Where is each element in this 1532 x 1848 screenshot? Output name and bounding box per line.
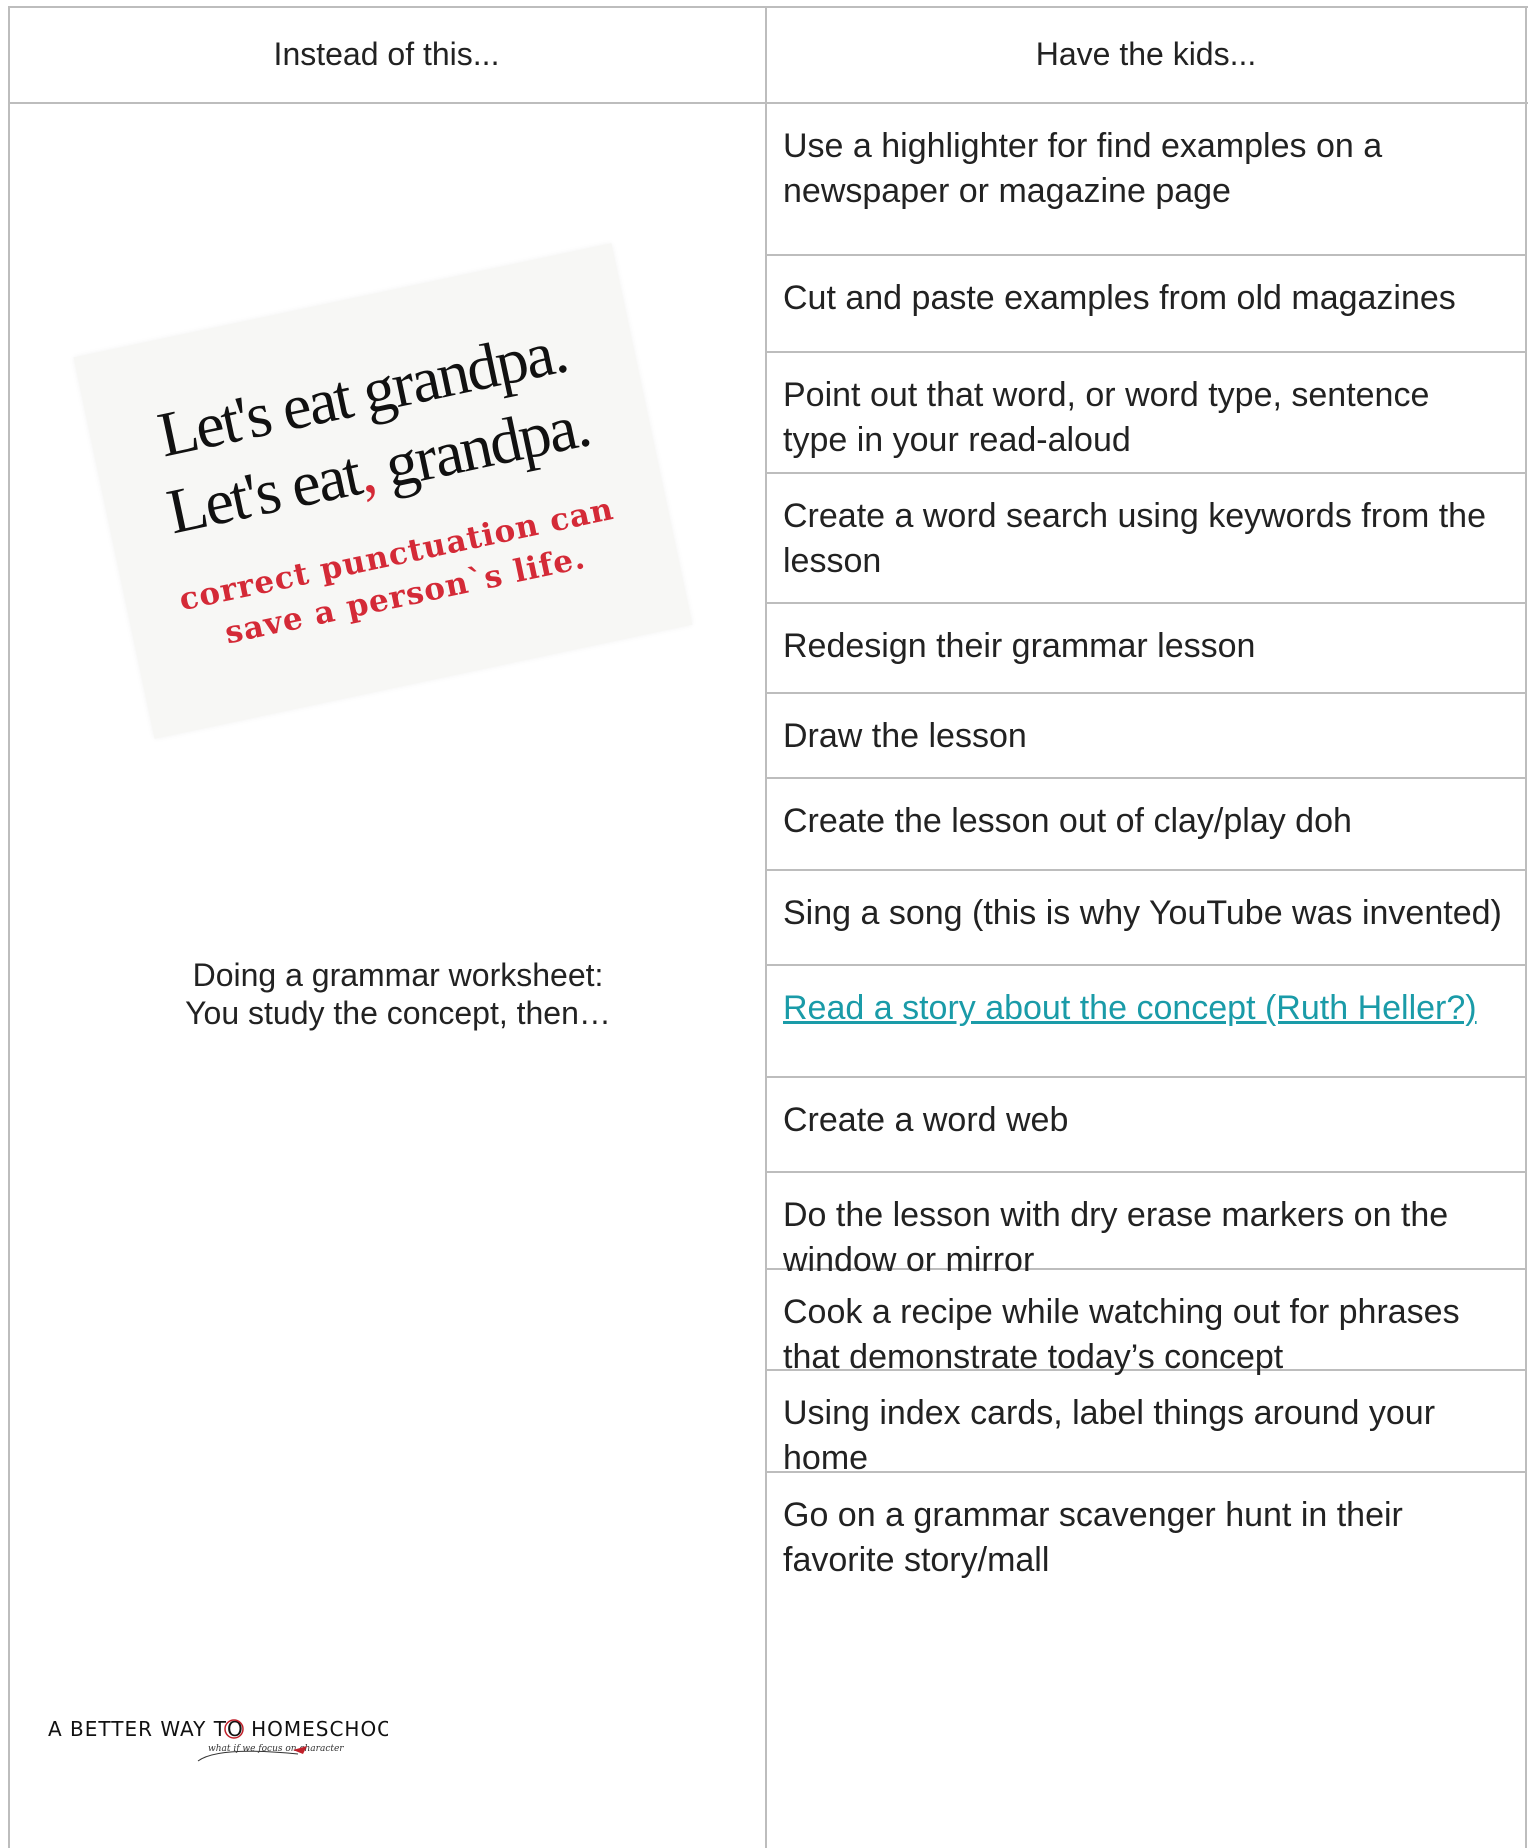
table-border-left (8, 6, 10, 1848)
page: { "headers": { "left": "Instead of this.… (0, 0, 1532, 1848)
activity-cell: Create the lesson out of clay/play doh (783, 802, 1352, 840)
activity-cell: Point out that word, or word type, sente… (783, 376, 1430, 459)
row-divider (765, 777, 1527, 779)
header-divider (8, 102, 1528, 104)
description-line-2: You study the concept, then… (185, 995, 611, 1031)
activity-cell: Use a highlighter for find examples on a… (783, 127, 1383, 210)
ruth-heller-link[interactable]: Read a story about the concept (Ruth Hel… (783, 986, 1503, 1031)
punctuation-quote-image: Let's eat grandpa. Let's eat, grandpa. c… (73, 243, 693, 739)
logo-graphic: A BETTER WAY TO HOMESCHOOL what if we fo… (48, 1717, 405, 1762)
row-divider (765, 602, 1527, 604)
worksheet-description: Doing a grammar worksheet: You study the… (68, 956, 728, 1032)
header-right: Have the kids... (1035, 35, 1257, 72)
logo-tagline: what if we focus on character (208, 1744, 344, 1754)
activity-table: Instead of this... Have the kids... Use … (8, 6, 1528, 1848)
activity-cell: Create a word search using keywords from… (783, 497, 1486, 580)
description-line-1: Doing a grammar worksheet: (192, 957, 604, 993)
row-divider (765, 254, 1527, 256)
table-border-right (1525, 6, 1527, 1848)
activity-cell: Redesign their grammar lesson (783, 627, 1256, 665)
row-divider (765, 964, 1527, 966)
activity-cell: Draw the lesson (783, 717, 1027, 755)
row-divider (765, 351, 1527, 353)
activity-cell: Go on a grammar scavenger hunt in their … (783, 1496, 1403, 1579)
logo-text: A BETTER WAY TO HOMESCHOOL (48, 1717, 388, 1741)
activity-cell: Create a word web (783, 1101, 1069, 1139)
row-divider (765, 1171, 1527, 1173)
row-divider (765, 692, 1527, 694)
activity-cell: Cook a recipe while watching out for phr… (783, 1293, 1460, 1376)
activity-cell: Cut and paste examples from old magazine… (783, 279, 1456, 317)
column-divider (765, 6, 767, 1848)
activity-cell: Using index cards, label things around y… (783, 1394, 1436, 1477)
activity-cell: Do the lesson with dry erase markers on … (783, 1196, 1449, 1279)
row-divider (765, 869, 1527, 871)
row-divider (765, 1076, 1527, 1078)
row-divider (765, 472, 1527, 474)
activity-cell: Sing a song (this is why YouTube was inv… (783, 894, 1502, 932)
homeschool-logo: A BETTER WAY TO HOMESCHOOL what if we fo… (48, 1706, 405, 1776)
header-left: Instead of this... (273, 35, 500, 72)
